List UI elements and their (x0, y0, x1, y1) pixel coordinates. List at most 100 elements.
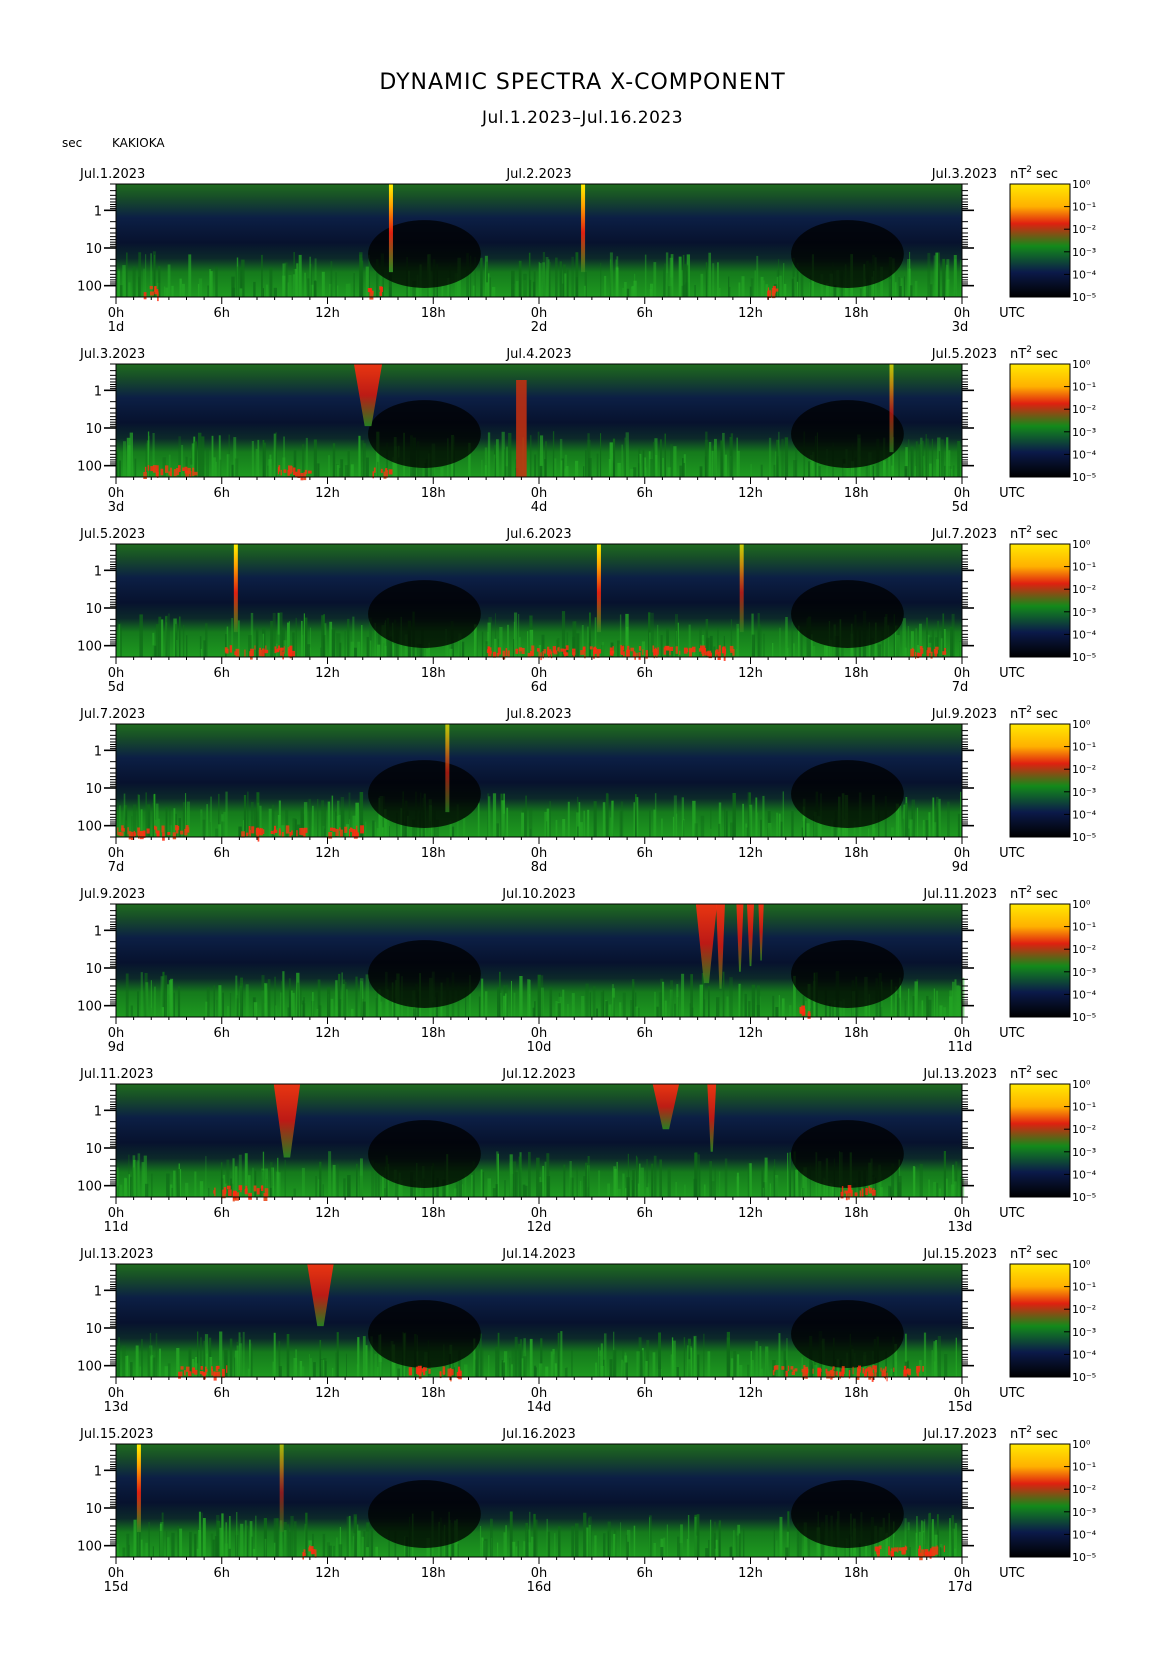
low-freq-patch (531, 645, 535, 651)
low-freq-patch (388, 469, 393, 475)
colorbar-tick-label: 10⁻² (1072, 583, 1096, 596)
low-freq-patch (260, 1185, 264, 1191)
x-tick-label: 12h (315, 486, 340, 501)
low-freq-patch (214, 1187, 216, 1197)
low-freq-patch (657, 647, 659, 655)
panel-mid-date: Jul.16.2023 (501, 1427, 576, 1442)
low-freq-patch (505, 648, 508, 656)
event-line (233, 544, 238, 633)
day-label: 3d (952, 320, 969, 335)
low-freq-patch (729, 645, 734, 651)
low-freq-patch (180, 1366, 184, 1370)
low-freq-patch (552, 646, 556, 653)
low-freq-patch (830, 1370, 833, 1374)
colorbar-tick-label: 10⁻⁵ (1072, 291, 1096, 304)
low-freq-patch (425, 1367, 427, 1371)
low-freq-patch (794, 1368, 798, 1372)
colorbar-gradient (1009, 543, 1071, 658)
colorbar-tick-label: 10⁻⁴ (1072, 1168, 1097, 1181)
x-tick-label: 0h (954, 846, 971, 861)
low-freq-patch (654, 647, 657, 655)
low-freq-patch (161, 825, 165, 833)
low-freq-patch (857, 1367, 859, 1371)
low-freq-patch (311, 1549, 315, 1555)
quiet-region (368, 220, 481, 288)
low-freq-patch (373, 467, 376, 473)
colorbar-unit-label: nT2 sec (1010, 525, 1058, 542)
low-freq-patch (906, 1368, 909, 1374)
quiet-region (368, 1120, 481, 1188)
low-freq-patch (893, 1367, 895, 1372)
low-freq-patch (184, 1370, 186, 1376)
low-freq-patch (251, 826, 255, 834)
low-freq-patch (173, 469, 177, 477)
panel-1: Jul.1.2023 Jul.2.2023 Jul.3.2023 nT2 sec 1 10… (77, 165, 1097, 335)
x-tick-label: 6h (636, 306, 653, 321)
x-tick-label: 6h (636, 1386, 653, 1401)
low-freq-patch (878, 1545, 882, 1550)
x-tick-label: 6h (213, 846, 230, 861)
panel-right-date: Jul.7.2023 (931, 527, 997, 542)
x-tick-label: 0h (108, 306, 125, 321)
colorbar-tick-label: 10⁻¹ (1072, 1101, 1096, 1114)
low-freq-patch (283, 469, 287, 473)
low-freq-patch (128, 831, 132, 840)
quiet-region (368, 760, 481, 828)
day-label: 8d (531, 860, 548, 875)
low-freq-patch (787, 1365, 790, 1372)
low-freq-patch (580, 650, 584, 655)
event-line (596, 544, 601, 633)
x-tick-label: 0h (531, 846, 548, 861)
low-freq-patch (803, 1005, 805, 1015)
low-freq-patch (652, 645, 655, 653)
colorbar-gradient (1009, 1443, 1071, 1558)
x-tick-label: 12h (315, 1566, 340, 1581)
low-freq-patch (521, 648, 525, 654)
colorbar-tick-label: 10⁻⁵ (1072, 1191, 1096, 1204)
x-tick-label: 0h (108, 846, 125, 861)
low-freq-patch (187, 467, 191, 474)
low-freq-patch (213, 1371, 216, 1377)
low-freq-patch (117, 827, 119, 835)
colorbar-unit-label: nT2 sec (1010, 885, 1058, 902)
x-tick-label: 0h (954, 306, 971, 321)
x-tick-label: 0h (954, 1566, 971, 1581)
panel-left-date: Jul.1.2023 (79, 167, 145, 182)
quiet-region (368, 940, 481, 1008)
colorbar: 10⁰ 10⁻¹ 10⁻² 10⁻³ 10⁻⁴ 10⁻⁵ (1009, 178, 1097, 304)
low-freq-patch (638, 646, 642, 651)
low-freq-patch (143, 472, 147, 479)
panel-left-date: Jul.9.2023 (79, 887, 145, 902)
low-freq-patch (385, 468, 387, 473)
x-tick-label: 6h (636, 1026, 653, 1041)
colorbar-tick-label: 10⁻⁵ (1072, 1371, 1096, 1384)
low-freq-patch (367, 288, 372, 293)
y-tick-label: 10 (85, 782, 102, 797)
low-freq-patch (931, 1546, 936, 1556)
x-axis-unit-label: UTC (999, 666, 1025, 681)
y-tick-label: 1 (94, 744, 102, 759)
colorbar-tick-label: 10⁻³ (1072, 966, 1096, 979)
low-freq-patch (211, 1369, 213, 1376)
colorbar-gradient (1009, 723, 1071, 838)
low-freq-patch (301, 827, 306, 836)
colorbar-tick-label: 10⁻³ (1072, 426, 1096, 439)
x-tick-label: 6h (213, 306, 230, 321)
low-freq-patch (868, 1366, 872, 1374)
low-freq-patch (121, 825, 124, 831)
low-freq-patch (873, 1188, 875, 1192)
low-freq-patch (167, 832, 171, 836)
low-freq-patch (921, 1549, 925, 1557)
low-freq-patch (383, 471, 387, 479)
low-freq-patch (917, 1372, 919, 1377)
quiet-region (791, 1480, 904, 1548)
low-freq-patch (182, 467, 185, 471)
low-freq-patch (880, 1367, 882, 1372)
low-freq-patch (885, 1370, 886, 1380)
low-freq-patch (721, 647, 724, 654)
low-freq-patch (807, 1011, 811, 1016)
panel-left-date: Jul.13.2023 (79, 1247, 154, 1262)
low-freq-patch (918, 653, 922, 657)
day-label: 9d (952, 860, 969, 875)
low-freq-patch (922, 1366, 924, 1372)
